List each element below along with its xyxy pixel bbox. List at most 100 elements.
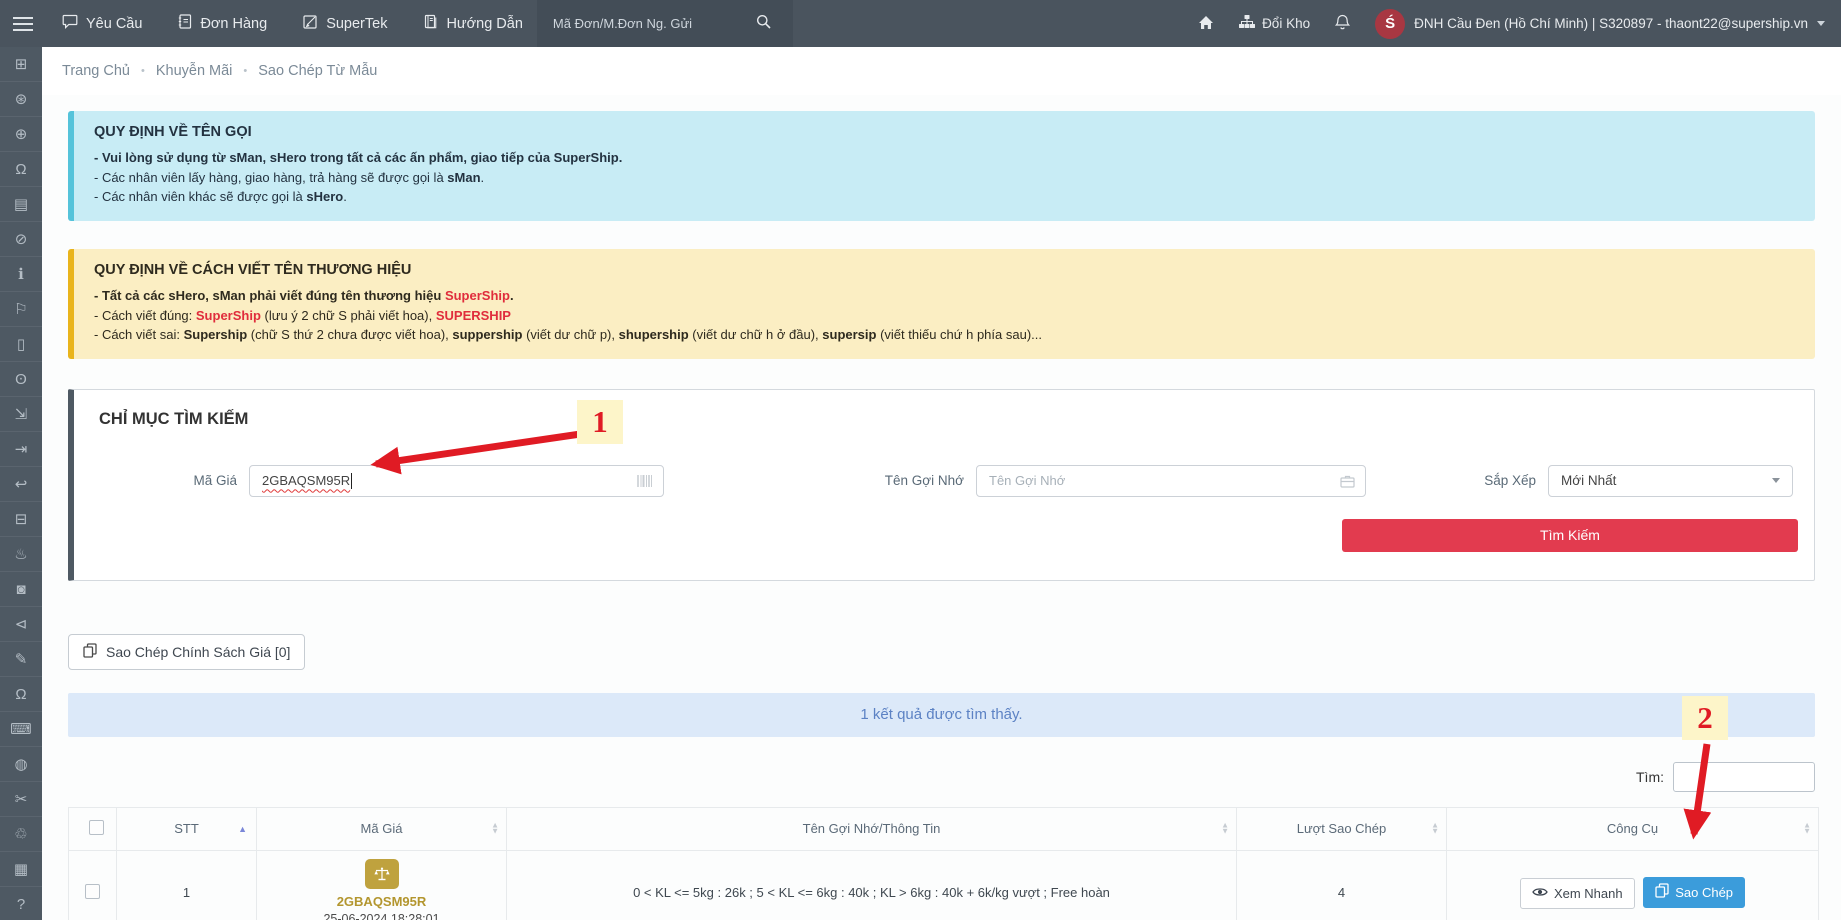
bell-icon[interactable]	[1334, 14, 1351, 33]
copy-policy-row: Sao Chép Chính Sách Giá [0]	[68, 633, 1815, 670]
copy-policy-label: Sao Chép Chính Sách Giá [0]	[106, 643, 291, 660]
column-header-stt[interactable]: STT ▲	[116, 806, 257, 851]
sidebar-item-members[interactable]: Ω	[0, 152, 42, 187]
sidebar-item-palette[interactable]: ⊛	[0, 82, 42, 117]
sidebar-item-edit[interactable]: ✎	[0, 642, 42, 677]
row-tools-cell: Xem Nhanh Sao Chép	[1446, 849, 1819, 920]
price-code-group: Mã Giá 2GBAQSM95R	[99, 464, 664, 497]
order-search-input[interactable]	[550, 15, 756, 32]
menu-item-supertek[interactable]: SuperTek	[303, 14, 387, 33]
sidebar-item-crosshair[interactable]: ⊕	[0, 117, 42, 152]
breadcrumb-home[interactable]: Trang Chủ	[62, 63, 130, 79]
sidebar-item-megaphone[interactable]: ⊲	[0, 607, 42, 642]
page-body: QUY ĐỊNH VỀ TÊN GỌI - Vui lòng sử dụng t…	[42, 111, 1841, 920]
edit-square-icon	[303, 14, 318, 33]
alert-line: - Cách viết sai: Supership (chữ S thứ 2 …	[94, 327, 1042, 343]
chat-icon	[62, 14, 78, 33]
undo-icon: ↩	[14, 476, 28, 493]
column-header-ma-gia[interactable]: Mã Giá ▲ ▼	[256, 806, 507, 851]
sidebar-item-grid[interactable]: ▦	[0, 852, 42, 887]
sidebar-item-dashboard[interactable]: ⊞	[0, 47, 42, 82]
keyboard-icon: ⌨	[10, 721, 32, 738]
price-code-input[interactable]: 2GBAQSM95R	[249, 464, 664, 497]
sidebar-item-recycle[interactable]: ♲	[0, 817, 42, 852]
search-icon[interactable]	[756, 14, 771, 34]
bulb-icon: ʘ	[15, 370, 27, 388]
menu-item-yeu-cau[interactable]: Yêu Cầu	[62, 14, 142, 33]
sort-icon[interactable]: ▲ ▼	[1803, 821, 1811, 835]
edit-icon: ✎	[14, 651, 28, 668]
sort-group: Sắp Xếp Mới Nhất	[1366, 464, 1793, 497]
signin-icon: ⇥	[14, 441, 28, 458]
sidebar-item-expand[interactable]: ⇲	[0, 397, 42, 432]
column-header-tools[interactable]: Công Cụ ▲ ▼	[1446, 806, 1819, 851]
top-navbar: Yêu Cầu Đơn Hàng SuperTek Hướng Dẫn Đổi …	[0, 0, 1841, 47]
sidebar-item-undo[interactable]: ↩	[0, 467, 42, 502]
sidebar-item-keyboard[interactable]: ⌨	[0, 712, 42, 747]
copy-icon	[83, 643, 97, 661]
quick-view-button[interactable]: Xem Nhanh	[1519, 878, 1635, 910]
search-button[interactable]: Tìm Kiếm	[1342, 518, 1798, 552]
megaphone-icon: ⊲	[14, 616, 28, 633]
row-stt: 1	[116, 849, 257, 920]
alert-line: - Vui lòng sử dụng từ sMan, sHero trong …	[94, 150, 623, 165]
sort-icon[interactable]: ▲ ▼	[491, 821, 499, 835]
mnemonic-input[interactable]: Tên Gợi Nhớ	[976, 464, 1366, 497]
sidebar-item-help[interactable]: ?	[0, 887, 42, 920]
menu-label: Hướng Dẫn	[446, 15, 523, 32]
user-info-text: ĐNH Cầu Đen (Hồ Chí Minh) | S320897 - th…	[1414, 16, 1808, 31]
switch-warehouse-button[interactable]: Đổi Kho	[1239, 15, 1310, 32]
sidebar-item-notebook[interactable]: ▯	[0, 327, 42, 362]
search-form-row: Mã Giá 2GBAQSM95R Tên Gợi Nhớ Tên Gợi Nh…	[99, 464, 1798, 497]
mnemonic-placeholder: Tên Gợi Nhớ	[989, 473, 1066, 489]
menu-item-don-hang[interactable]: Đơn Hàng	[178, 14, 267, 33]
copy-policy-button[interactable]: Sao Chép Chính Sách Giá [0]	[68, 633, 306, 670]
table-filter-input[interactable]	[1673, 761, 1815, 792]
avatar: Ś	[1375, 8, 1406, 39]
dashboard-icon: ⊞	[14, 56, 28, 73]
palette-icon: ⊛	[14, 91, 28, 108]
alert-title: QUY ĐỊNH VỀ CÁCH VIẾT TÊN THƯƠNG HIỆU	[94, 261, 412, 278]
sort-icon[interactable]: ▲ ▼	[1221, 821, 1229, 835]
price-code-link[interactable]: 2GBAQSM95R	[265, 894, 498, 909]
copy-icon	[1655, 883, 1669, 901]
warehouse-label: Đổi Kho	[1262, 16, 1311, 31]
table-header-row: STT ▲ Mã Giá ▲ ▼ Tên Gợi Nhớ/Thông Tin ▲ ▼ Lư…	[68, 806, 1819, 851]
sidebar-item-info[interactable]: ℹ	[0, 257, 42, 292]
home-icon[interactable]	[1198, 15, 1214, 33]
row-checkbox[interactable]	[85, 883, 100, 899]
menu-label: Yêu Cầu	[86, 15, 143, 32]
sidebar-toggle-button[interactable]	[0, 0, 46, 47]
sidebar-item-tools[interactable]: ✂	[0, 782, 42, 817]
search-panel: CHỈ MỤC TÌM KIẾM Mã Giá 2GBAQSM95R Tên G…	[68, 388, 1815, 581]
alert-line: - Các nhân viên khác sẽ được gọi là sHer…	[94, 189, 347, 205]
price-code-label: Mã Giá	[193, 473, 237, 489]
sidebar-item-signin[interactable]: ⇥	[0, 432, 42, 467]
sidebar-item-bulb[interactable]: ʘ	[0, 362, 42, 397]
user-icon: Ω	[15, 685, 27, 703]
select-all-checkbox[interactable]	[89, 819, 104, 835]
sidebar-item-compass[interactable]: ⊘	[0, 222, 42, 257]
submit-row: Tìm Kiếm	[99, 518, 1798, 552]
menu-item-huong-dan[interactable]: Hướng Dẫn	[423, 14, 523, 33]
sort-select[interactable]: Mới Nhất	[1548, 464, 1793, 497]
user-menu[interactable]: Ś ĐNH Cầu Đen (Hồ Chí Minh) | S320897 - …	[1375, 8, 1825, 39]
sidebar-item-ledger[interactable]: ▤	[0, 187, 42, 222]
sidebar-item-fire[interactable]: ♨	[0, 537, 42, 572]
sidebar-item-globe[interactable]: ◍	[0, 747, 42, 782]
sort-asc-icon[interactable]: ▲	[238, 824, 247, 834]
mnemonic-label: Tên Gợi Nhớ	[884, 473, 964, 489]
sidebar-item-chat[interactable]: ◙	[0, 572, 42, 607]
sidebar-item-drawer[interactable]: ⊟	[0, 502, 42, 537]
sort-icon[interactable]: ▲ ▼	[1431, 821, 1439, 835]
sidebar-item-user[interactable]: Ω	[0, 677, 42, 712]
column-header-copies[interactable]: Lượt Sao Chép ▲ ▼	[1236, 806, 1447, 851]
sidebar-item-flag[interactable]: ⚐	[0, 292, 42, 327]
breadcrumb-promo[interactable]: Khuyễn Mãi	[156, 63, 233, 79]
column-header-info[interactable]: Tên Gợi Nhớ/Thông Tin ▲ ▼	[506, 806, 1237, 851]
naming-rules-alert: QUY ĐỊNH VỀ TÊN GỌI - Vui lòng sử dụng t…	[68, 111, 1815, 221]
alert-line: - Cách viết đúng: SuperShip (lưu ý 2 chữ…	[94, 307, 511, 323]
sort-selected-value: Mới Nhất	[1561, 473, 1617, 489]
row-copies: 4	[1236, 849, 1447, 920]
copy-row-button[interactable]: Sao Chép	[1643, 876, 1746, 908]
